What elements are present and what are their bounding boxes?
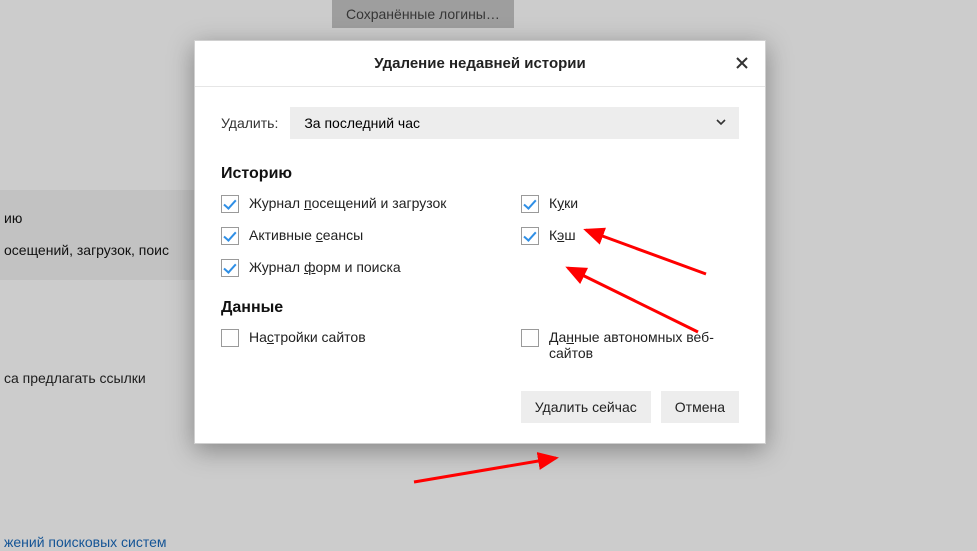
- checkbox-label: Активные сеансы: [249, 227, 363, 243]
- checkbox-offline-website-data[interactable]: Данные автономных веб-сайтов: [521, 329, 739, 361]
- history-options-grid: Журнал посещений и загрузок Куки Активны…: [221, 195, 739, 277]
- checkbox-cookies[interactable]: Куки: [521, 195, 739, 213]
- close-icon: [735, 54, 749, 75]
- checkbox-label: Настройки сайтов: [249, 329, 366, 345]
- checkbox-label: Кэш: [549, 227, 576, 243]
- time-range-label: Удалить:: [221, 115, 278, 131]
- checkbox-box[interactable]: [521, 227, 539, 245]
- data-section-heading: Данные: [221, 299, 739, 317]
- checkbox-label: Данные автономных веб-сайтов: [549, 329, 739, 361]
- close-button[interactable]: [727, 49, 757, 79]
- cancel-button[interactable]: Отмена: [661, 391, 739, 423]
- checkbox-site-preferences[interactable]: Настройки сайтов: [221, 329, 521, 361]
- checkbox-box[interactable]: [221, 329, 239, 347]
- history-section-heading: Историю: [221, 165, 739, 183]
- dialog-title: Удаление недавней истории: [195, 55, 765, 72]
- dialog-header: Удаление недавней истории: [195, 41, 765, 87]
- dialog-buttons: Удалить сейчас Отмена: [221, 383, 739, 423]
- clear-now-button[interactable]: Удалить сейчас: [521, 391, 651, 423]
- checkbox-box[interactable]: [221, 227, 239, 245]
- time-range-value: За последний час: [304, 115, 420, 131]
- checkbox-label: Куки: [549, 195, 578, 211]
- checkbox-box[interactable]: [221, 195, 239, 213]
- dialog-body: Удалить: За последний час Историю Журнал…: [195, 87, 765, 443]
- checkbox-box[interactable]: [221, 259, 239, 277]
- checkbox-browsing-history[interactable]: Журнал посещений и загрузок: [221, 195, 521, 213]
- clear-history-dialog: Удаление недавней истории Удалить: За по…: [194, 40, 766, 444]
- time-range-row: Удалить: За последний час: [221, 107, 739, 139]
- checkbox-box[interactable]: [521, 329, 539, 347]
- time-range-select[interactable]: За последний час: [290, 107, 739, 139]
- checkbox-cache[interactable]: Кэш: [521, 227, 739, 245]
- data-options-grid: Настройки сайтов Данные автономных веб-с…: [221, 329, 739, 361]
- checkbox-box[interactable]: [521, 195, 539, 213]
- checkbox-form-search-history[interactable]: Журнал форм и поиска: [221, 259, 521, 277]
- checkbox-active-sessions[interactable]: Активные сеансы: [221, 227, 521, 245]
- checkbox-label: Журнал посещений и загрузок: [249, 195, 446, 211]
- chevron-down-icon: [715, 115, 727, 131]
- checkbox-label: Журнал форм и поиска: [249, 259, 401, 275]
